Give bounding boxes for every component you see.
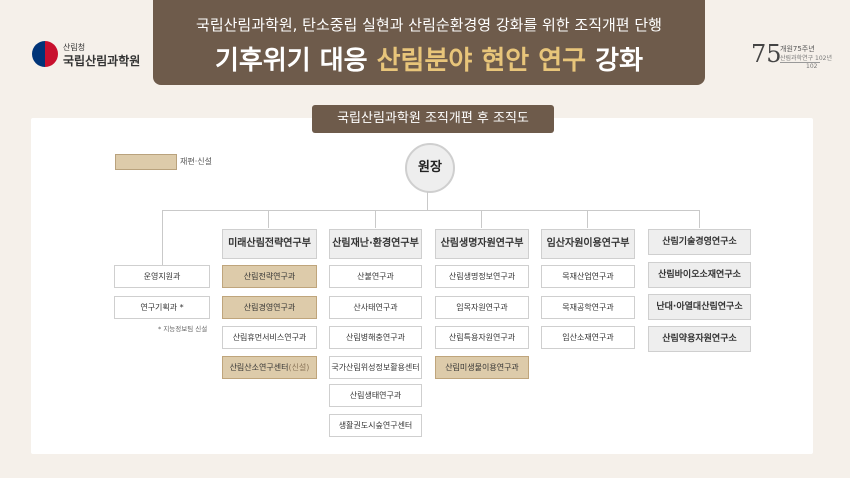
dept3-connector (481, 210, 482, 228)
anniversary-year: 102 (806, 63, 818, 70)
unit-pest: 산림병해충연구과 (329, 326, 422, 349)
support-unit-2: 연구기획과 * (114, 296, 210, 319)
anniversary-number: 75 (751, 40, 782, 68)
dept2-connector (375, 210, 376, 228)
legend-swatch (115, 154, 177, 170)
unit-ecology: 산림생태연구과 (329, 384, 422, 407)
government-emblem-icon (32, 41, 58, 67)
unit-urban-forest-center: 생활권도시숲연구센터 (329, 414, 422, 437)
legend-label: 재편·신설 (180, 157, 212, 166)
unit-wildfire: 산불연구과 (329, 265, 422, 288)
support-unit-1: 운영지원과 (114, 265, 210, 288)
unit-bio-info: 산림생명정보연구과 (435, 265, 529, 288)
title-highlight: 산림분야 현안 연구 (376, 46, 587, 76)
dept-disaster-environment: 산림재난·환경연구부 (329, 229, 422, 259)
institute-connector (699, 210, 700, 228)
panel-title: 국립산림과학원 조직개편 후 조직도 (312, 105, 554, 133)
unit-oxygen-center: 산림산소연구센터(신설) (222, 356, 317, 379)
unit-oxygen-center-label: 산림산소연구센터 (229, 363, 289, 372)
dept-bio-resources: 산림생명자원연구부 (435, 229, 529, 259)
root-node: 원장 (405, 143, 455, 193)
header-title: 기후위기 대응 산림분야 현안 연구 강화 (153, 40, 705, 77)
logo-org-name: 국립산림과학원 (63, 54, 141, 68)
unit-human-service: 산림휴먼서비스연구과 (222, 326, 317, 349)
institute-medicinal: 산림약용자원연구소 (648, 326, 751, 352)
unit-special-products: 산림특용자원연구과 (435, 326, 529, 349)
dept-forest-products: 임산자원이용연구부 (541, 229, 635, 259)
dept1-connector (268, 210, 269, 228)
title-part1: 기후위기 대응 (215, 46, 377, 76)
branch-bar (162, 210, 700, 211)
unit-wood-industry: 목재산업연구과 (541, 265, 635, 288)
unit-landslide: 산사태연구과 (329, 296, 422, 319)
unit-forest-materials: 임산소재연구과 (541, 326, 635, 349)
unit-wood-engineering: 목재공학연구과 (541, 296, 635, 319)
unit-satellite-center: 국가산림위성정보활용센터 (329, 356, 422, 379)
support-connector (162, 210, 163, 265)
header-subtitle: 국립산림과학원, 탄소중립 실현과 산림순환경영 강화를 위한 조직개편 단행 (196, 16, 662, 34)
unit-forest-management: 산림경영연구과 (222, 296, 317, 319)
institute-biomaterials: 산림바이오소재연구소 (648, 262, 751, 288)
institute-tech-management: 산림기술경영연구소 (648, 229, 751, 255)
unit-tree-resources: 임목자원연구과 (435, 296, 529, 319)
unit-new-tag: (신설) (288, 363, 310, 372)
institute-subtropical: 난대·아열대산림연구소 (648, 294, 751, 320)
anniversary-sub: 산림과학연구 102년 (780, 55, 832, 62)
dept4-connector (587, 210, 588, 228)
title-part3: 강화 (586, 46, 643, 76)
dept-future-strategy: 미래산림전략연구부 (222, 229, 317, 259)
unit-forest-strategy: 산림전략연구과 (222, 265, 317, 288)
support-note: * 지능정보팀 신설 (158, 325, 208, 333)
unit-microbe: 산림미생물이용연구과 (435, 356, 529, 379)
root-connector (427, 192, 428, 210)
